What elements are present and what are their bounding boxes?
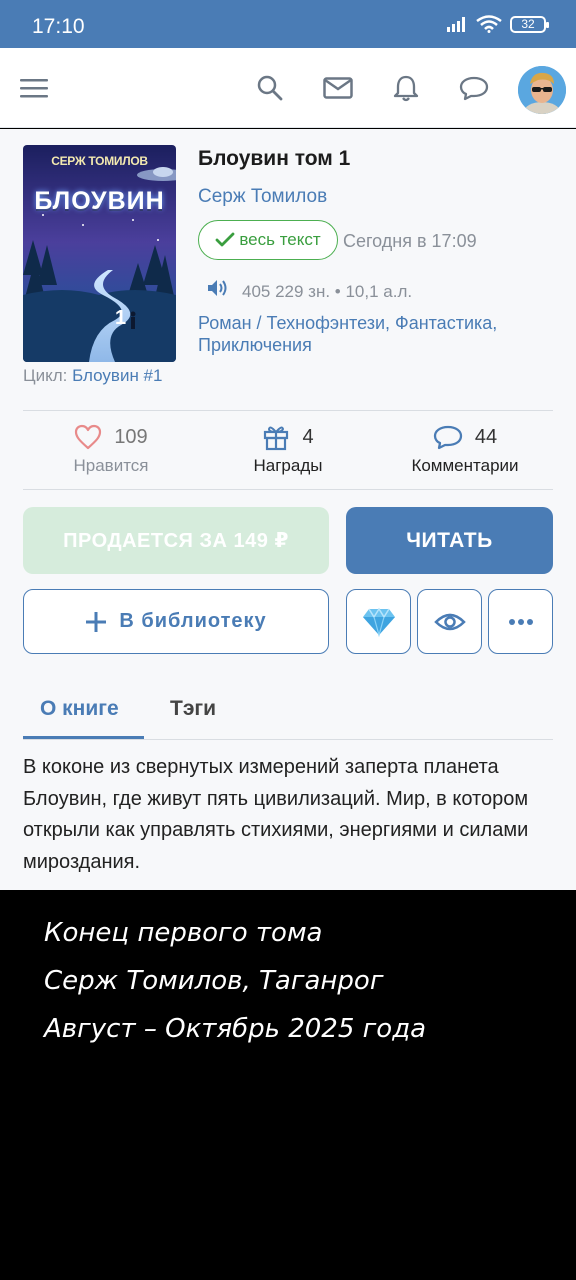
likes-counter[interactable]: 109 Нравится bbox=[23, 420, 199, 484]
book-cover[interactable]: СЕРЖ ТОМИЛОВ БЛОУВИН 1 bbox=[23, 145, 176, 362]
reward-button[interactable] bbox=[346, 589, 411, 654]
more-icon bbox=[508, 618, 533, 625]
book-genres[interactable]: Роман / Технофэнтези, Фантастика, Приклю… bbox=[198, 312, 558, 356]
likes-label: Нравится bbox=[73, 456, 149, 475]
tab-tags[interactable]: Тэги bbox=[170, 697, 216, 721]
comments-counter[interactable]: 44 Комментарии bbox=[377, 420, 553, 484]
diamond-icon bbox=[362, 607, 395, 637]
check-icon bbox=[215, 232, 235, 247]
gift-icon bbox=[264, 426, 289, 451]
book-title: Блоувин том 1 bbox=[198, 147, 351, 170]
bell-icon[interactable] bbox=[388, 70, 424, 106]
footer-line-1: Конец первого тома bbox=[44, 918, 323, 948]
comments-count: 44 bbox=[474, 425, 498, 448]
status-time: 17:10 bbox=[32, 15, 85, 38]
menu-icon[interactable] bbox=[16, 70, 52, 106]
cover-author: СЕРЖ ТОМИЛОВ bbox=[51, 154, 148, 168]
divider bbox=[23, 410, 553, 411]
cycle-link[interactable]: Блоувин #1 bbox=[72, 366, 162, 385]
footer-line-2: Серж Томилов, Таганрог bbox=[44, 966, 384, 996]
tabs-divider bbox=[23, 739, 553, 740]
full-text-badge: весь текст bbox=[198, 220, 338, 260]
mail-icon[interactable] bbox=[320, 70, 356, 106]
chat-icon[interactable] bbox=[456, 70, 492, 106]
cycle-label: Цикл: bbox=[23, 366, 68, 385]
app-bar bbox=[0, 48, 576, 128]
comment-icon bbox=[433, 425, 463, 450]
cover-title: БЛОУВИН bbox=[34, 187, 165, 215]
cover-art bbox=[23, 145, 176, 362]
speaker-icon[interactable] bbox=[206, 278, 230, 298]
active-tab-indicator bbox=[23, 736, 144, 739]
book-author-link[interactable]: Серж Томилов bbox=[198, 186, 327, 208]
book-stats: 405 229 зн. • 10,1 а.л. bbox=[242, 282, 413, 301]
search-icon[interactable] bbox=[252, 70, 288, 106]
buy-button[interactable]: ПРОДАЕТСЯ ЗА 149 ₽ bbox=[23, 507, 329, 574]
status-bar: 17:10 32 bbox=[0, 0, 576, 48]
eye-icon bbox=[433, 613, 466, 630]
add-to-library-button[interactable]: В библиотеку bbox=[23, 589, 329, 654]
wifi-icon bbox=[476, 15, 502, 33]
comments-label: Комментарии bbox=[411, 456, 519, 475]
cover-volume: 1 bbox=[115, 307, 127, 329]
likes-count: 109 bbox=[114, 425, 148, 448]
more-button[interactable] bbox=[488, 589, 553, 654]
read-button[interactable]: ЧИТАТЬ bbox=[346, 507, 553, 574]
divider bbox=[23, 489, 553, 490]
plus-icon bbox=[86, 611, 107, 632]
avatar[interactable] bbox=[518, 66, 566, 114]
full-text-label: весь текст bbox=[239, 230, 321, 249]
tab-about[interactable]: О книге bbox=[40, 697, 119, 721]
book-description: В коконе из свернутых измерений заперта … bbox=[23, 756, 529, 873]
watch-button[interactable] bbox=[417, 589, 482, 654]
battery-indicator: 32 bbox=[510, 15, 549, 33]
cycle-info: Цикл: Блоувин #1 bbox=[23, 366, 162, 386]
awards-label: Награды bbox=[253, 456, 323, 475]
heart-icon bbox=[75, 424, 102, 450]
status-icons: 32 bbox=[446, 15, 549, 33]
add-to-library-label: В библиотеку bbox=[119, 610, 267, 632]
signal-icon bbox=[447, 17, 465, 32]
awards-count: 4 bbox=[302, 425, 314, 448]
footer-line-3: Август – Октябрь 2025 года bbox=[44, 1014, 427, 1044]
updated-time: Сегодня в 17:09 bbox=[343, 231, 477, 251]
awards-counter[interactable]: 4 Награды bbox=[200, 420, 376, 484]
